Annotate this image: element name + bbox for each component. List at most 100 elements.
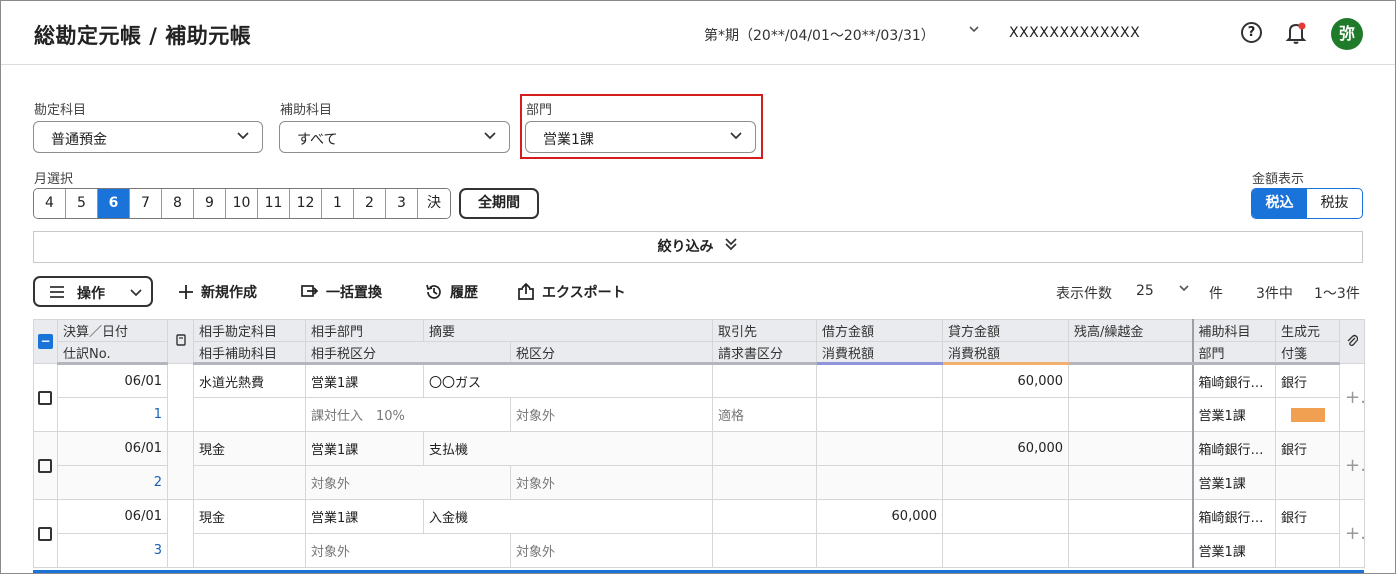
chevron-down-icon[interactable] [1178, 282, 1190, 298]
month-button[interactable]: 12 [290, 189, 322, 218]
company-name[interactable]: XXXXXXXXXXXXX [1009, 25, 1140, 41]
col-header-counter-dept[interactable]: 相手部門 [305, 319, 424, 342]
row-counter-account[interactable]: 水道光熱費 [193, 363, 306, 398]
month-button[interactable]: 7 [130, 189, 162, 218]
row-counter-dept[interactable]: 営業1課 [305, 499, 424, 534]
department-select[interactable]: 営業1課 [525, 121, 756, 153]
tax-included-button[interactable]: 税込 [1252, 189, 1307, 218]
bulk-replace-button[interactable]: 一括置換 [301, 282, 382, 302]
add-attachment-icon[interactable]: + [1339, 431, 1366, 500]
month-button[interactable]: 9 [194, 189, 226, 218]
add-attachment-icon[interactable]: + [1339, 363, 1366, 432]
row-counter-tax[interactable]: 課対仕入 10% [305, 397, 511, 432]
row-entry-no[interactable]: 3 [57, 533, 168, 568]
table-row[interactable]: 06/01 現金 営業1課 支払機 60,000 箱崎銀行… 銀行 + [33, 431, 1366, 500]
sub-account-select[interactable]: すべて [279, 121, 510, 153]
row-tag[interactable] [1275, 397, 1341, 432]
col-header-dept[interactable]: 部門 [1191, 341, 1277, 365]
user-avatar[interactable]: 弥 [1331, 18, 1363, 50]
row-partner[interactable] [712, 499, 818, 534]
row-counter-account[interactable]: 現金 [193, 431, 306, 466]
row-tag[interactable] [1275, 533, 1341, 568]
narrow-down-toggle[interactable]: 絞り込み [33, 231, 1363, 263]
operations-dropdown[interactable]: 操作 [33, 276, 153, 307]
row-tax[interactable]: 対象外 [509, 533, 714, 568]
row-debit[interactable] [816, 431, 944, 466]
row-partner[interactable] [712, 363, 818, 398]
row-sub-account: 箱崎銀行… [1191, 499, 1277, 534]
row-counter-tax[interactable]: 対象外 [305, 533, 511, 568]
fiscal-period-selector[interactable]: 第*期（20**/04/01〜20**/03/31） [704, 25, 935, 45]
history-button[interactable]: 履歴 [425, 282, 478, 302]
month-button[interactable]: 11 [258, 189, 290, 218]
col-header-credit[interactable]: 貸方金額 [942, 319, 1070, 342]
table-row-sub[interactable]: 2 対象外 対象外 営業1課 [33, 465, 1365, 500]
col-header-date[interactable]: 決算／日付 [57, 319, 168, 342]
col-header-credit-tax[interactable]: 消費税額 [942, 341, 1070, 365]
row-tag[interactable] [1275, 465, 1341, 500]
table-row-sub[interactable]: 1 課対仕入 10% 対象外 適格 営業1課 [34, 397, 1365, 432]
col-header-sub-account[interactable]: 補助科目 [1191, 319, 1277, 342]
row-summary[interactable]: 支払機 [422, 431, 714, 466]
per-page-select[interactable]: 25 [1136, 283, 1154, 299]
row-summary[interactable]: 〇〇ガス [422, 363, 714, 398]
row-tax[interactable]: 対象外 [509, 465, 714, 500]
row-credit[interactable]: 60,000 [942, 431, 1070, 466]
notification-bell-icon[interactable] [1285, 21, 1307, 45]
row-counter-dept[interactable]: 営業1課 [305, 363, 424, 398]
table-row[interactable]: 06/01 水道光熱費 営業1課 〇〇ガス 60,000 箱崎銀行… 銀行 + [33, 363, 1366, 432]
row-debit[interactable]: 60,000 [816, 499, 944, 534]
table-row[interactable]: 06/01 現金 営業1課 入金機 60,000 箱崎銀行… 銀行 + [33, 499, 1366, 568]
col-header-debit[interactable]: 借方金額 [816, 319, 944, 342]
month-button[interactable]: 1 [322, 189, 354, 218]
help-icon[interactable]: ? [1241, 22, 1262, 43]
col-header-tax[interactable]: 税区分 [509, 341, 714, 365]
row-balance-empty [1068, 465, 1194, 500]
row-entry-no[interactable]: 1 [57, 397, 168, 432]
row-counter-dept[interactable]: 営業1課 [305, 431, 424, 466]
row-checkbox[interactable] [33, 363, 58, 432]
col-header-invoice[interactable]: 請求書区分 [712, 341, 818, 365]
export-button[interactable]: エクスポート [517, 282, 626, 302]
month-button-settlement[interactable]: 決 [418, 189, 450, 218]
row-invoice[interactable] [712, 533, 818, 568]
row-entry-no[interactable]: 2 [57, 465, 168, 500]
row-debit[interactable] [816, 363, 944, 398]
col-header-summary[interactable]: 摘要 [422, 319, 714, 342]
month-button[interactable]: 2 [354, 189, 386, 218]
new-entry-button[interactable]: 新規作成 [178, 282, 257, 302]
month-button-selected[interactable]: 6 [98, 189, 130, 218]
month-button[interactable]: 4 [34, 189, 66, 218]
col-header-source[interactable]: 生成元 [1275, 319, 1341, 342]
month-button[interactable]: 5 [66, 189, 98, 218]
row-credit[interactable] [942, 499, 1070, 534]
col-header-counter-account[interactable]: 相手勘定科目 [193, 319, 306, 342]
row-tax[interactable]: 対象外 [509, 397, 714, 432]
col-header-partner[interactable]: 取引先 [712, 319, 818, 342]
select-all-checkbox[interactable]: − [33, 319, 58, 364]
row-counter-tax[interactable]: 対象外 [305, 465, 511, 500]
add-attachment-icon[interactable]: + [1339, 499, 1366, 568]
month-button[interactable]: 3 [386, 189, 418, 218]
col-header-balance[interactable]: 残高/繰越金 [1068, 319, 1194, 342]
row-partner[interactable] [712, 431, 818, 466]
col-header-entry-no[interactable]: 仕訳No. [57, 341, 168, 365]
row-invoice[interactable]: 適格 [712, 397, 818, 432]
row-checkbox[interactable] [33, 499, 58, 568]
col-header-debit-tax[interactable]: 消費税額 [816, 341, 944, 365]
tax-excluded-button[interactable]: 税抜 [1307, 189, 1362, 218]
col-header-counter-sub-account[interactable]: 相手補助科目 [193, 341, 306, 365]
month-button[interactable]: 8 [162, 189, 194, 218]
account-select[interactable]: 普通預金 [33, 121, 263, 153]
row-invoice[interactable] [712, 465, 818, 500]
row-checkbox[interactable] [33, 431, 58, 500]
all-period-button[interactable]: 全期間 [459, 188, 539, 219]
col-header-tag[interactable]: 付箋 [1275, 341, 1341, 365]
table-row-sub[interactable]: 3 対象外 対象外 営業1課 [34, 533, 1365, 568]
row-summary[interactable]: 入金機 [422, 499, 714, 534]
col-header-counter-tax[interactable]: 相手税区分 [305, 341, 511, 365]
row-counter-account[interactable]: 現金 [193, 499, 306, 534]
row-credit[interactable]: 60,000 [942, 363, 1070, 398]
month-button[interactable]: 10 [226, 189, 258, 218]
chevron-down-icon[interactable] [968, 23, 980, 39]
